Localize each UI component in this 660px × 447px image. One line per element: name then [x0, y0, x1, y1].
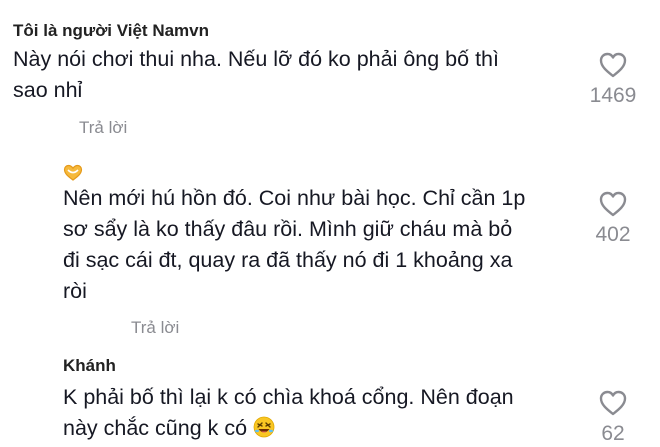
comment-text-line: sơ sẩy là ko thấy đâu rồi. Mình giữ cháu… — [63, 217, 513, 241]
heart-icon — [599, 390, 627, 416]
comment-text-line: này chắc cũng k có — [63, 413, 583, 444]
reply-button[interactable]: Trả lời — [131, 318, 179, 338]
comment-text: Này nói chơi thui nha. Nếu lỡ đó ko phải… — [13, 44, 553, 106]
comment-text: K phải bố thì lại k có chìa khoá cổng. N… — [63, 382, 583, 444]
comment-text-line: ròi — [63, 279, 87, 303]
reply-button[interactable]: Trả lời — [79, 118, 127, 138]
like-count: 402 — [595, 223, 631, 246]
comment-text-segment: này chắc cũng k có — [63, 416, 248, 440]
comment-text-line: Này nói chơi thui nha. Nếu lỡ đó ko phải… — [13, 47, 499, 71]
like-button[interactable] — [578, 51, 648, 79]
comment-username[interactable]: Tôi là người Việt Namvn — [13, 21, 209, 41]
comment-text-line: đi sạc cái đt, quay ra đã thấy nó đi 1 k… — [63, 248, 513, 272]
comment-text-line: K phải bố thì lại k có chìa khoá cổng. N… — [63, 385, 514, 409]
comment-username[interactable]: Khánh — [63, 356, 116, 376]
like-button[interactable] — [578, 190, 648, 218]
rofl-emoji-icon — [253, 416, 275, 438]
heart-hands-emoji-icon — [63, 164, 83, 182]
like-button[interactable] — [578, 389, 648, 417]
comment-text: Nên mới hú hồn đó. Coi như bài học. Chỉ … — [63, 183, 583, 307]
like-count: 62 — [601, 422, 625, 445]
like-count: 1469 — [589, 84, 637, 107]
comment-text-line: sao nhỉ — [13, 78, 83, 102]
comment-text-line: Nên mới hú hồn đó. Coi như bài học. Chỉ … — [63, 186, 526, 210]
heart-icon — [599, 191, 627, 217]
heart-icon — [599, 52, 627, 78]
